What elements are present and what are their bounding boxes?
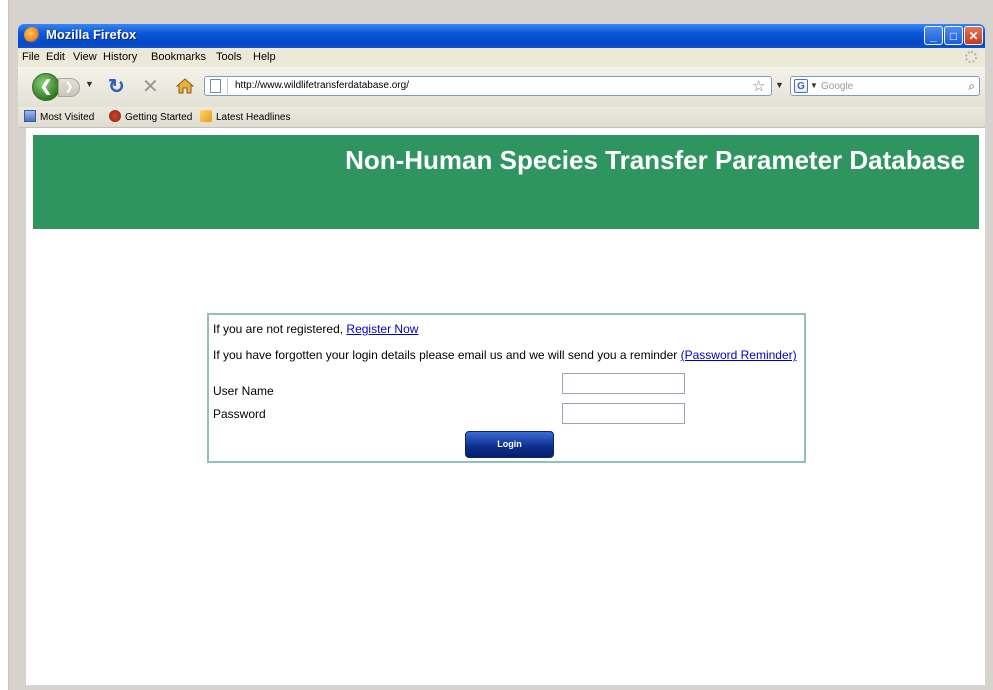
bookmark-latest-headlines[interactable]: Latest Headlines <box>200 110 291 123</box>
menu-history[interactable]: History <box>103 51 137 63</box>
login-button[interactable]: Login <box>465 431 554 458</box>
menu-edit[interactable]: Edit <box>46 51 65 63</box>
user-name-label: User Name <box>213 384 274 398</box>
register-now-link[interactable]: Register Now <box>346 322 418 336</box>
bookmarks-toolbar: Most Visited Getting Started Latest Head… <box>18 107 985 128</box>
engine-dropdown-icon[interactable]: ▼ <box>810 81 818 90</box>
bookmark-getting-started[interactable]: Getting Started <box>109 110 192 123</box>
url-bar[interactable]: http://www.wildlifetransferdatabase.org/ <box>204 76 772 96</box>
password-reminder-link[interactable]: (Password Reminder) <box>681 348 797 362</box>
firefox-icon <box>24 27 40 43</box>
menu-view[interactable]: View <box>73 51 97 63</box>
window-bottom-border <box>18 685 985 690</box>
google-engine-icon[interactable]: G <box>794 79 808 93</box>
most-visited-icon <box>24 110 36 122</box>
banner-title: Non-Human Species Transfer Parameter Dat… <box>345 145 965 175</box>
bookmark-star-icon[interactable]: ☆ <box>752 77 765 95</box>
getting-started-icon <box>109 110 121 122</box>
registration-line: If you are not registered, Register Now <box>213 322 418 336</box>
search-input[interactable]: Google <box>821 81 853 92</box>
home-button[interactable] <box>176 77 194 95</box>
rss-feed-icon <box>200 110 212 122</box>
forward-button[interactable]: ❯ <box>58 78 80 97</box>
history-dropdown-icon[interactable]: ▼ <box>85 79 94 89</box>
forgot-details-text: If you have forgotten your login details… <box>213 348 681 362</box>
close-button[interactable]: ✕ <box>964 26 983 45</box>
menu-bar: File Edit View History Bookmarks Tools H… <box>18 48 985 67</box>
url-dropdown-icon[interactable]: ▼ <box>775 80 784 90</box>
url-text[interactable]: http://www.wildlifetransferdatabase.org/ <box>235 80 409 91</box>
bookmark-most-visited[interactable]: Most Visited <box>24 110 94 123</box>
bookmark-label: Latest Headlines <box>216 112 291 123</box>
password-input[interactable] <box>562 403 685 424</box>
back-button[interactable]: ❮ <box>32 73 60 101</box>
search-bar[interactable]: G ▼ Google ⌕ <box>790 76 980 96</box>
window-title: Mozilla Firefox <box>46 27 137 42</box>
page-icon <box>210 79 221 93</box>
minimize-button[interactable]: _ <box>924 26 943 45</box>
bookmark-label: Most Visited <box>40 112 95 123</box>
page-content: Non-Human Species Transfer Parameter Dat… <box>26 128 985 685</box>
menu-help[interactable]: Help <box>253 51 276 63</box>
not-registered-text: If you are not registered, <box>213 322 347 336</box>
password-label: Password <box>213 407 266 421</box>
menu-bookmarks[interactable]: Bookmarks <box>151 51 206 63</box>
reload-button[interactable]: ↻ <box>108 74 125 99</box>
bookmark-label: Getting Started <box>125 112 193 123</box>
urlbar-divider <box>227 78 228 94</box>
menu-file[interactable]: File <box>22 51 40 63</box>
user-name-input[interactable] <box>562 373 685 394</box>
stop-button[interactable]: ✕ <box>142 74 159 99</box>
login-panel: If you are not registered, Register Now … <box>207 313 806 463</box>
throbber-icon <box>965 51 977 63</box>
reminder-line: If you have forgotten your login details… <box>213 348 797 362</box>
navigation-toolbar: ❮ ❯ ▼ ↻ ✕ http://www.wildlifetransferdat… <box>18 67 985 107</box>
search-magnifier-icon[interactable]: ⌕ <box>968 79 975 94</box>
window-titlebar: Mozilla Firefox _ □ ✕ <box>18 24 985 48</box>
maximize-button[interactable]: □ <box>944 26 963 45</box>
site-banner: Non-Human Species Transfer Parameter Dat… <box>33 135 979 229</box>
menu-tools[interactable]: Tools <box>216 51 242 63</box>
